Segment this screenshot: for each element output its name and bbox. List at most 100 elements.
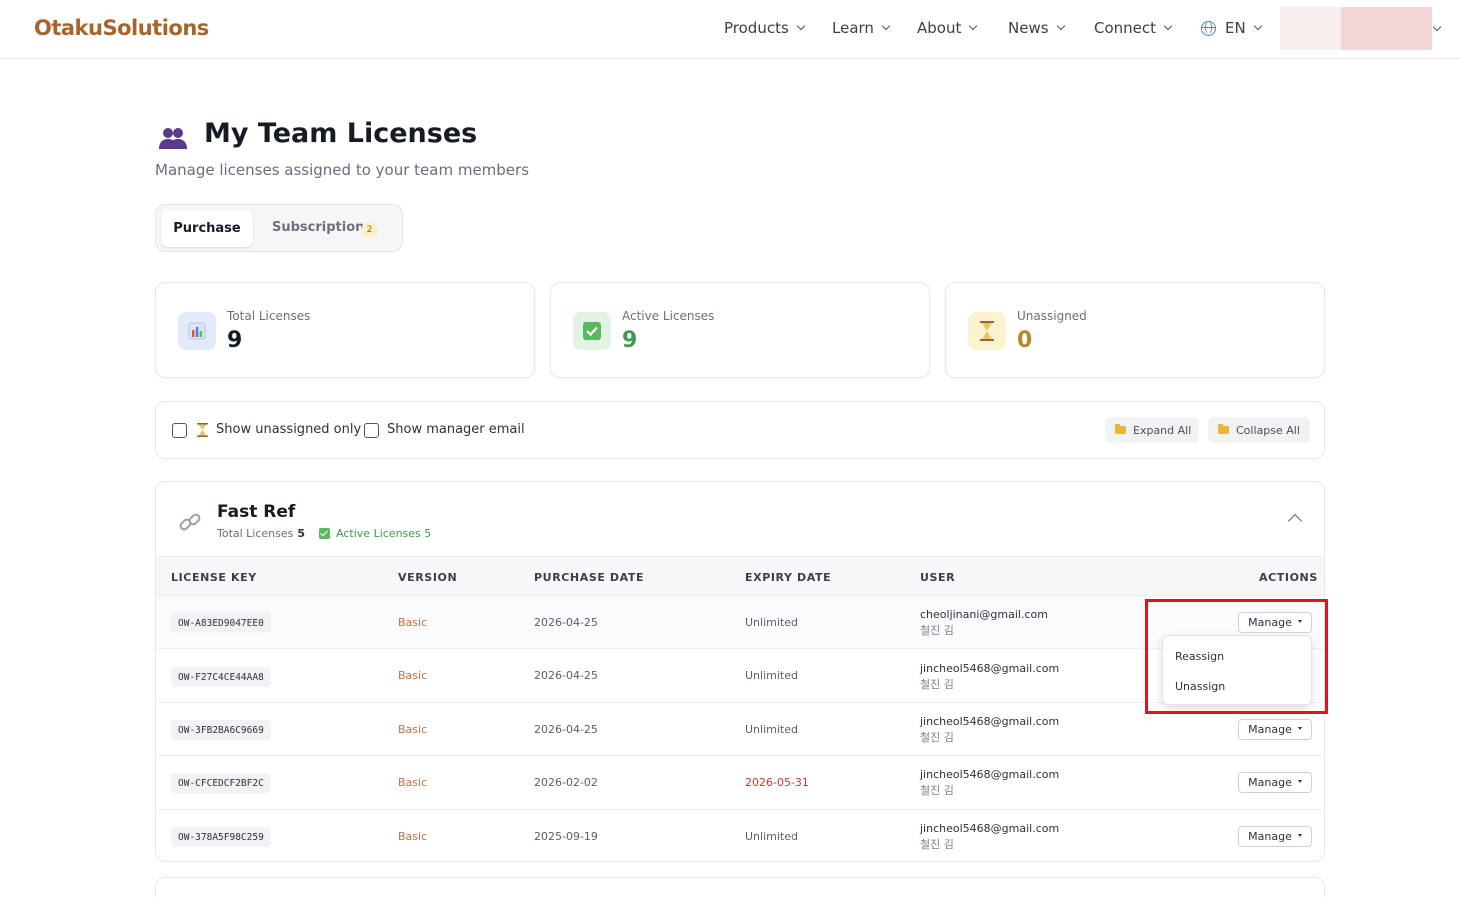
- manager-email-checkbox[interactable]: [364, 423, 379, 438]
- nav-learn[interactable]: Learn: [832, 19, 891, 37]
- user-email: jincheol5468@gmail.com: [920, 715, 1060, 728]
- nav-learn-label: Learn: [832, 19, 874, 37]
- header-actions: ACTIONS: [1259, 571, 1318, 584]
- manage-label: Manage: [1248, 723, 1292, 736]
- header-expiry-date: EXPIRY DATE: [745, 571, 832, 584]
- nav-connect[interactable]: Connect: [1094, 19, 1173, 37]
- manage-button[interactable]: Manage: [1238, 719, 1312, 740]
- expiry-date: Unlimited: [745, 830, 798, 843]
- team-icon: [159, 128, 187, 149]
- language-label: EN: [1225, 19, 1246, 37]
- header-license-key: LICENSE KEY: [171, 571, 257, 584]
- user-name: 철진 김: [920, 731, 954, 744]
- nav-about-label: About: [917, 19, 962, 37]
- expiry-date: Unlimited: [745, 669, 798, 682]
- table-row: OW-378A5F98C259 Basic 2025-09-19 Unlimit…: [156, 810, 1324, 861]
- chevron-down-icon: [969, 21, 978, 31]
- tab-subscription[interactable]: Subscription: [272, 220, 364, 235]
- chevron-down-icon: [881, 21, 891, 31]
- license-key: OW-3FB2BA6C9669: [171, 720, 271, 740]
- expand-all-button[interactable]: Expand All: [1105, 417, 1199, 443]
- brand-logo[interactable]: OtakuSolutions: [34, 16, 209, 40]
- folder-icon: [1115, 424, 1126, 434]
- tab-purchase[interactable]: Purchase: [161, 210, 253, 247]
- chevron-down-icon: [1253, 21, 1262, 31]
- manage-button[interactable]: Manage: [1238, 826, 1312, 847]
- table-row: OW-CFCEDCF2BF2C Basic 2026-02-02 2026-05…: [156, 756, 1324, 810]
- table-header: LICENSE KEY VERSION PURCHASE DATE EXPIRY…: [156, 556, 1324, 596]
- purchase-date: 2026-04-25: [534, 616, 598, 629]
- total-licenses-card: Total Licenses 9: [155, 282, 535, 378]
- manage-button[interactable]: Manage: [1238, 612, 1312, 633]
- menu-item-reassign[interactable]: Reassign: [1175, 650, 1224, 663]
- license-key: OW-F27C4CE44AA8: [171, 667, 271, 687]
- nav-products-label: Products: [724, 19, 789, 37]
- nav-products[interactable]: Products: [724, 19, 806, 37]
- link-icon: [179, 513, 201, 531]
- table-row: OW-A83ED9047EE0 Basic 2026-04-25 Unlimit…: [156, 596, 1324, 649]
- hourglass-icon: [197, 423, 208, 437]
- user-name: 철진 김: [920, 784, 954, 797]
- manage-dropdown-menu: Reassign Unassign: [1162, 635, 1312, 705]
- unassigned-only-checkbox[interactable]: [172, 423, 187, 438]
- header-user: USER: [920, 571, 956, 584]
- license-key: OW-378A5F98C259: [171, 827, 271, 847]
- menu-item-unassign[interactable]: Unassign: [1175, 680, 1225, 693]
- nav-connect-label: Connect: [1094, 19, 1157, 37]
- nav-about[interactable]: About: [917, 19, 978, 37]
- unassigned-only-label: Show unassigned only: [216, 422, 362, 437]
- chevron-down-icon: [1163, 21, 1173, 31]
- purchase-date: 2026-04-25: [534, 723, 598, 736]
- product-total-label: Total Licenses: [217, 527, 294, 540]
- caret-down-icon: [1297, 726, 1302, 730]
- chevron-up-icon[interactable]: [1287, 513, 1303, 529]
- user-email: jincheol5468@gmail.com: [920, 768, 1060, 781]
- license-key: OW-CFCEDCF2BF2C: [171, 773, 271, 793]
- bar-chart-icon: [178, 312, 216, 350]
- active-licenses-value: 9: [622, 328, 638, 353]
- table-row: OW-F27C4CE44AA8 Basic 2026-04-25 Unlimit…: [156, 649, 1324, 703]
- expiry-date: 2026-05-31: [745, 776, 809, 789]
- header-purchase-date: PURCHASE DATE: [534, 571, 645, 584]
- manage-label: Manage: [1248, 616, 1292, 629]
- subscription-count-badge: 2: [361, 222, 378, 238]
- purchase-date: 2026-04-25: [534, 669, 598, 682]
- active-licenses-card: Active Licenses 9: [550, 282, 930, 378]
- caret-down-icon: [1297, 779, 1302, 783]
- expiry-date: Unlimited: [745, 723, 798, 736]
- license-key: OW-A83ED9047EE0: [171, 613, 271, 633]
- product-section: Fast Ref Total Licenses 5 Active License…: [155, 481, 1325, 862]
- collapse-all-label: Collapse All: [1236, 423, 1300, 437]
- license-version: Basic: [398, 616, 428, 629]
- manage-label: Manage: [1248, 830, 1292, 843]
- manage-button[interactable]: Manage: [1238, 772, 1312, 793]
- nav-news-label: News: [1008, 19, 1049, 37]
- globe-icon: [1201, 20, 1216, 36]
- nav-news[interactable]: News: [1008, 19, 1065, 37]
- unassigned-value: 0: [1017, 328, 1033, 353]
- user-menu[interactable]: [1280, 7, 1432, 50]
- user-email: jincheol5468@gmail.com: [920, 822, 1060, 835]
- chevron-down-icon[interactable]: [1432, 22, 1442, 32]
- license-version: Basic: [398, 776, 428, 789]
- product-total-value: 5: [297, 527, 306, 540]
- caret-down-icon: [1297, 619, 1302, 623]
- license-version: Basic: [398, 830, 428, 843]
- unassigned-label: Unassigned: [1017, 309, 1087, 323]
- filter-bar: Show unassigned only Show manager email …: [155, 401, 1325, 459]
- user-name: 철진 김: [920, 678, 954, 691]
- manager-email-label: Show manager email: [387, 422, 525, 437]
- page-title: My Team Licenses: [204, 118, 478, 149]
- next-product-section: [155, 877, 1325, 897]
- expand-all-label: Expand All: [1133, 423, 1192, 437]
- expiry-date: Unlimited: [745, 616, 798, 629]
- product-meta: Total Licenses 5 Active Licenses 5: [217, 527, 431, 540]
- header-version: VERSION: [398, 571, 458, 584]
- chevron-down-icon: [796, 21, 806, 31]
- language-selector[interactable]: EN: [1201, 19, 1262, 37]
- page-subtitle: Manage licenses assigned to your team me…: [155, 161, 530, 179]
- collapse-all-button[interactable]: Collapse All: [1208, 417, 1310, 443]
- unassigned-card: Unassigned 0: [945, 282, 1325, 378]
- license-version: Basic: [398, 723, 428, 736]
- table-row: OW-3FB2BA6C9669 Basic 2026-04-25 Unlimit…: [156, 703, 1324, 756]
